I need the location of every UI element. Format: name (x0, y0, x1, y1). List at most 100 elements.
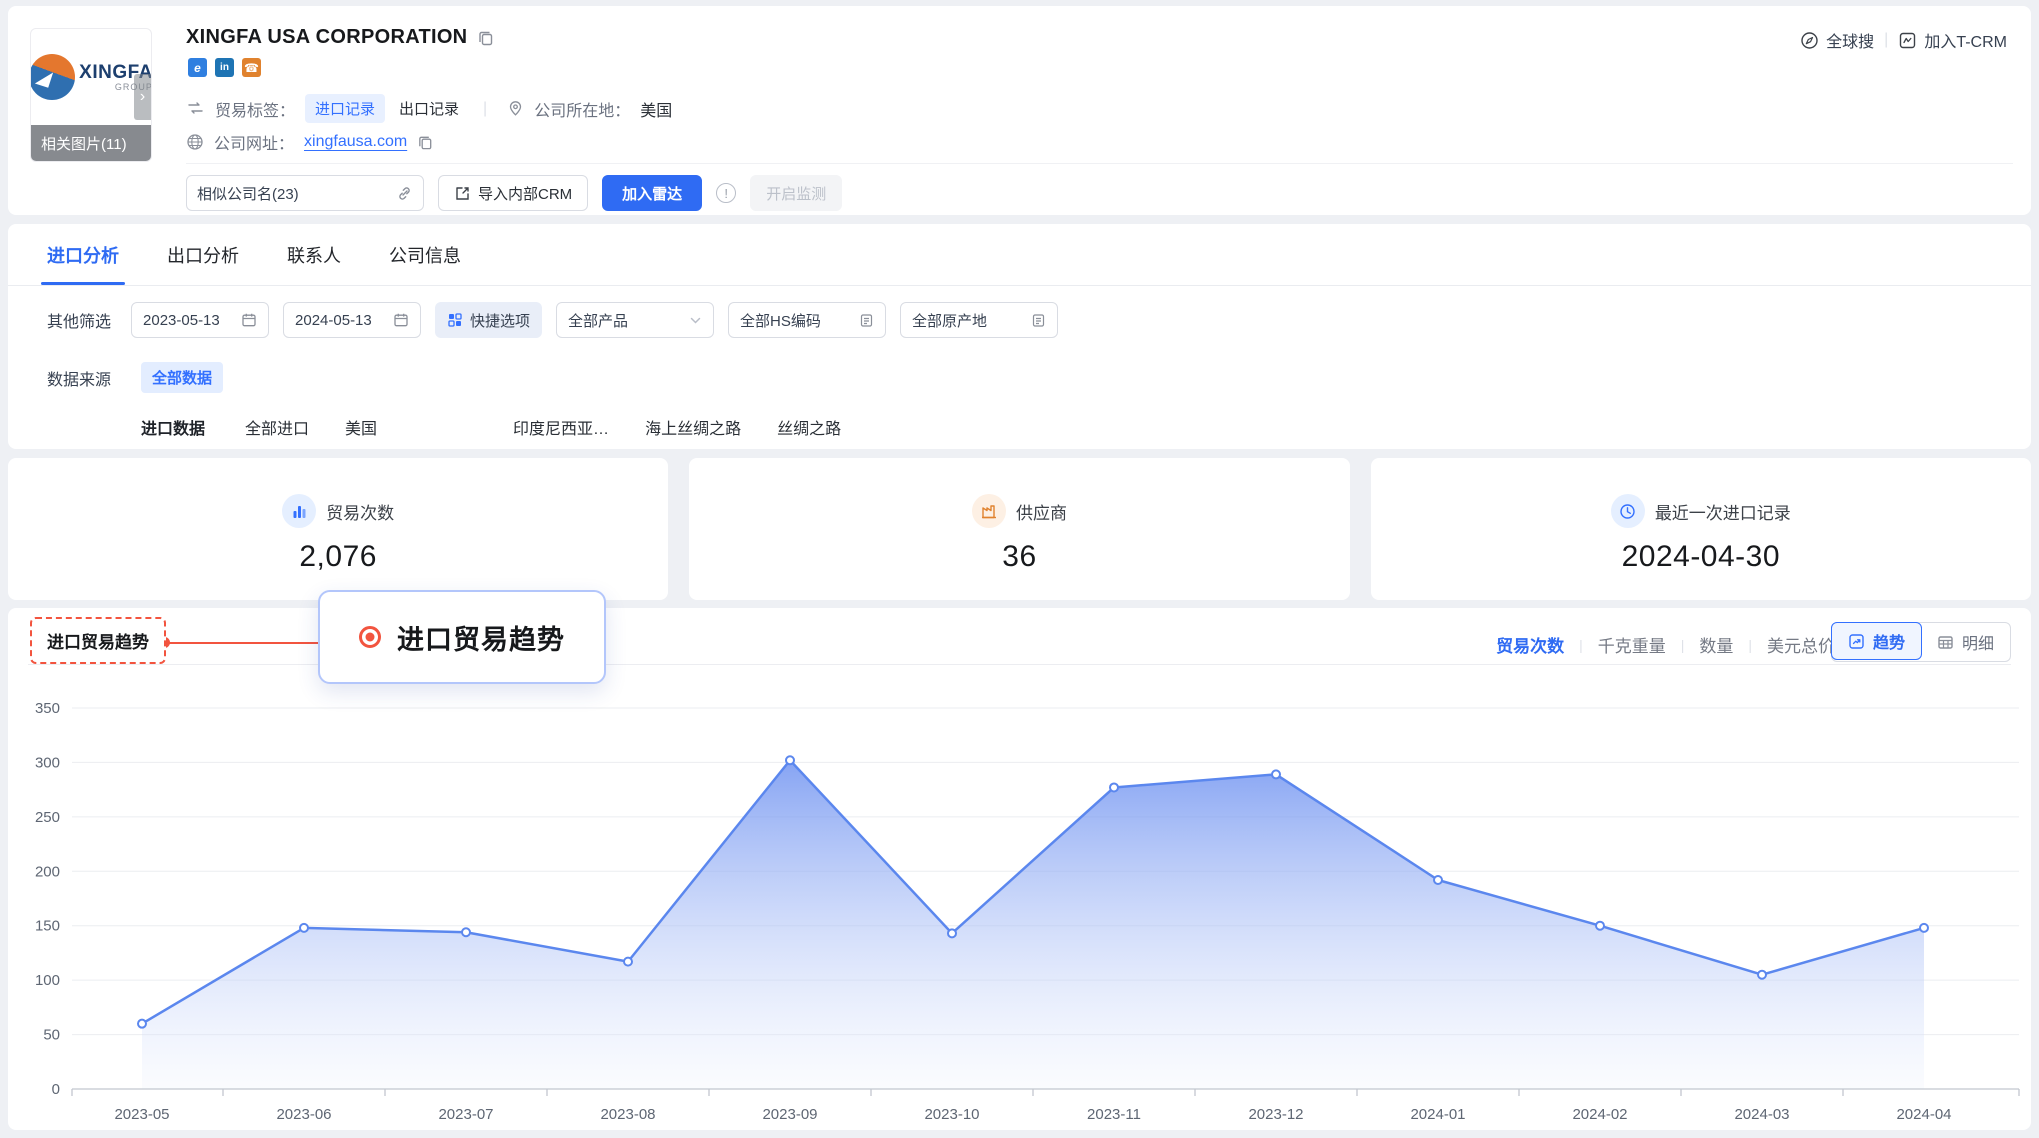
quick-options-button[interactable]: 快捷选项 (435, 302, 542, 338)
chevron-down-icon (689, 314, 702, 327)
join-tcrm-label: 加入T-CRM (1924, 28, 2007, 52)
phone-icon[interactable]: ☎ (242, 58, 261, 77)
trend-icon (1848, 633, 1865, 650)
start-date-value: 2023-05-13 (143, 312, 220, 329)
svg-text:2023-06: 2023-06 (276, 1106, 331, 1123)
metric-trade-count[interactable]: 贸易次数 (1496, 632, 1564, 657)
monitor-button[interactable]: 开启监测 (750, 175, 842, 211)
svg-text:2024-02: 2024-02 (1572, 1106, 1627, 1123)
all-products-select[interactable]: 全部产品 (556, 302, 714, 338)
tab-export-analysis[interactable]: 出口分析 (167, 224, 239, 285)
svg-text:350: 350 (35, 700, 60, 717)
related-images-label[interactable]: 相关图片(11) (31, 125, 151, 161)
trade-tag-icon (186, 99, 205, 118)
calendar-icon (241, 312, 257, 328)
import-icon (454, 185, 471, 202)
page-title: XINGFA USA CORPORATION (186, 26, 467, 49)
browser-icon[interactable]: e (188, 58, 207, 77)
join-tcrm-button[interactable]: 加入T-CRM (1898, 28, 2007, 52)
divider: | (483, 100, 487, 118)
import-crm-label: 导入内部CRM (478, 183, 572, 204)
end-date-input[interactable]: 2024-05-13 (283, 302, 421, 338)
website-link[interactable]: xingfausa.com (304, 133, 407, 151)
metric-tab-bar: 贸易次数 | 千克重量 | 数量 | 美元总价 (1496, 632, 1835, 657)
info-icon[interactable]: ! (716, 183, 736, 203)
all-origin-select[interactable]: 全部原产地 (900, 302, 1058, 338)
target-icon (359, 626, 381, 648)
table-icon (1937, 634, 1954, 651)
data-source-label: 数据来源 (47, 366, 141, 390)
import-trend-card: 进口贸易趋势 进口贸易趋势 贸易次数 | 千克重量 | 数量 | 美元总价 趋势… (8, 608, 2031, 1130)
document-icon (859, 313, 874, 328)
linkedin-icon[interactable]: in (215, 58, 234, 77)
stat-card-suppliers: 供应商 36 (689, 458, 1349, 600)
similar-company-label: 相似公司名(23) (197, 183, 299, 204)
svg-text:200: 200 (35, 863, 60, 880)
stat-label: 贸易次数 (326, 499, 394, 524)
import-data-item[interactable]: 海上丝绸之路 (645, 415, 741, 439)
website-label: 公司网址： (214, 130, 294, 154)
crm-icon (1898, 31, 1917, 50)
divider: | (1579, 637, 1583, 653)
tab-contacts[interactable]: 联系人 (287, 224, 341, 285)
monitor-label: 开启监测 (766, 183, 826, 204)
import-data-item[interactable]: 全部进口 (245, 415, 309, 439)
divider (186, 163, 2013, 164)
import-crm-button[interactable]: 导入内部CRM (438, 175, 588, 211)
similar-company-button[interactable]: 相似公司名(23) (186, 175, 424, 211)
end-date-value: 2024-05-13 (295, 312, 372, 329)
logo-next-chevron-icon[interactable]: › (134, 74, 151, 120)
trade-label-title: 贸易标签： (215, 97, 295, 121)
location-label: 公司所在地： (534, 97, 630, 121)
import-record-tag[interactable]: 进口记录 (305, 94, 385, 123)
stat-card-last-import: 最近一次进口记录 2024-04-30 (1371, 458, 2031, 600)
annotation-callout-title: 进口贸易趋势 (397, 618, 565, 657)
all-data-chip[interactable]: 全部数据 (141, 362, 223, 393)
svg-text:250: 250 (35, 809, 60, 826)
global-search-label: 全球搜 (1826, 28, 1874, 52)
metric-usd-total[interactable]: 美元总价 (1767, 632, 1835, 657)
start-date-input[interactable]: 2023-05-13 (131, 302, 269, 338)
annotation-callout: 进口贸易趋势 (318, 590, 606, 684)
location-pin-icon (507, 100, 524, 117)
globe-icon (186, 133, 204, 151)
document-icon (1031, 313, 1046, 328)
stat-value: 36 (1002, 540, 1036, 574)
all-hs-code-select[interactable]: 全部HS编码 (728, 302, 886, 338)
svg-text:100: 100 (35, 972, 60, 989)
divider: | (1884, 31, 1888, 49)
svg-text:150: 150 (35, 918, 60, 935)
import-data-label: 进口数据 (141, 415, 205, 439)
import-data-item[interactable]: 印度尼西亚… (513, 415, 609, 439)
clock-icon (1611, 494, 1645, 528)
svg-text:2024-01: 2024-01 (1410, 1106, 1465, 1123)
detail-view-button[interactable]: 明细 (1921, 623, 2010, 661)
svg-text:2023-12: 2023-12 (1248, 1106, 1303, 1123)
copy-icon[interactable] (477, 29, 495, 47)
global-search-button[interactable]: 全球搜 (1800, 28, 1874, 52)
company-logo[interactable]: XINGFA GROUP 相关图片(11) › (30, 28, 152, 162)
import-data-item[interactable]: 丝绸之路 (777, 415, 841, 439)
trend-view-button[interactable]: 趋势 (1831, 622, 1922, 660)
svg-text:0: 0 (52, 1081, 60, 1098)
metric-kg-weight[interactable]: 千克重量 (1598, 632, 1666, 657)
analysis-card: 进口分析 出口分析 联系人 公司信息 其他筛选 2023-05-13 2024-… (8, 224, 2031, 449)
svg-text:2023-10: 2023-10 (924, 1106, 979, 1123)
export-record-tag[interactable]: 出口记录 (395, 94, 463, 123)
view-toggle: 趋势 明细 (1831, 622, 2011, 662)
tab-import-analysis[interactable]: 进口分析 (47, 224, 119, 285)
svg-text:2023-09: 2023-09 (762, 1106, 817, 1123)
tab-bar: 进口分析 出口分析 联系人 公司信息 (8, 224, 2031, 286)
link-icon (396, 185, 413, 202)
import-data-item[interactable]: 美国 (345, 415, 377, 439)
svg-text:2024-03: 2024-03 (1734, 1106, 1789, 1123)
add-radar-button[interactable]: 加入雷达 (602, 175, 702, 211)
metric-quantity[interactable]: 数量 (1699, 632, 1733, 657)
all-products-value: 全部产品 (568, 310, 628, 331)
tab-company-info[interactable]: 公司信息 (389, 224, 461, 285)
svg-text:2023-11: 2023-11 (1087, 1106, 1141, 1123)
quick-options-label: 快捷选项 (470, 310, 530, 331)
divider: | (1681, 637, 1685, 653)
stat-label: 供应商 (1016, 499, 1067, 524)
copy-website-icon[interactable] (417, 134, 434, 151)
